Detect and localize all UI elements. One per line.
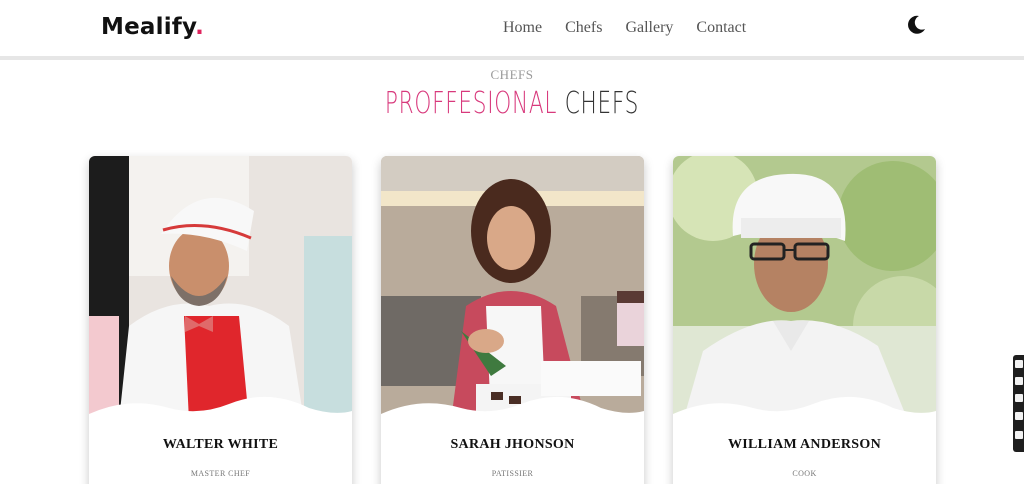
chef-role: PATISSIER [491,469,534,478]
chef-photo-walter [89,156,352,421]
brand-name: Mealify [101,14,196,40]
settings-icon[interactable] [1015,431,1023,439]
chef-name: WALTER WHITE [162,437,279,452]
side-toolbar [1013,355,1024,452]
nav-link-home[interactable]: Home [503,19,542,37]
note-icon[interactable] [1015,412,1023,420]
chef-card-sarah[interactable]: SARAH JHONSON PATISSIER [381,156,644,484]
chef-role: COOK [792,469,817,478]
brand-logo[interactable]: Mealify. [101,14,204,40]
nav-link-chefs[interactable]: Chefs [565,19,602,37]
chef-card-walter[interactable]: WALTER WHITE MASTER CHEF [89,156,352,484]
link-icon[interactable] [1015,360,1023,368]
section-title: PROFFESIONAL CHEFS [143,86,880,121]
chef-photo-sarah [381,156,644,421]
section-subtitle: CHEFS [490,67,534,82]
chef-photo-william [673,156,936,421]
camera-icon[interactable] [1015,377,1023,385]
moon-icon[interactable] [905,14,927,36]
navbar: Mealify. Home Chefs Gallery Contact [0,0,1024,60]
nav-link-gallery[interactable]: Gallery [625,19,673,37]
square-icon[interactable] [1015,394,1023,402]
chef-role: MASTER CHEF [190,469,251,478]
main-nav: Home Chefs Gallery Contact [503,19,769,37]
nav-link-contact[interactable]: Contact [696,19,746,37]
chef-name: WILLIAM ANDERSON [728,437,881,452]
brand-dot: . [195,14,205,40]
chef-card-william[interactable]: WILLIAM ANDERSON COOK [673,156,936,484]
section-title-accent: PROFFESIONAL [384,86,558,121]
section-title-rest: CHEFS [564,86,640,121]
chef-name: SARAH JHONSON [450,437,575,452]
